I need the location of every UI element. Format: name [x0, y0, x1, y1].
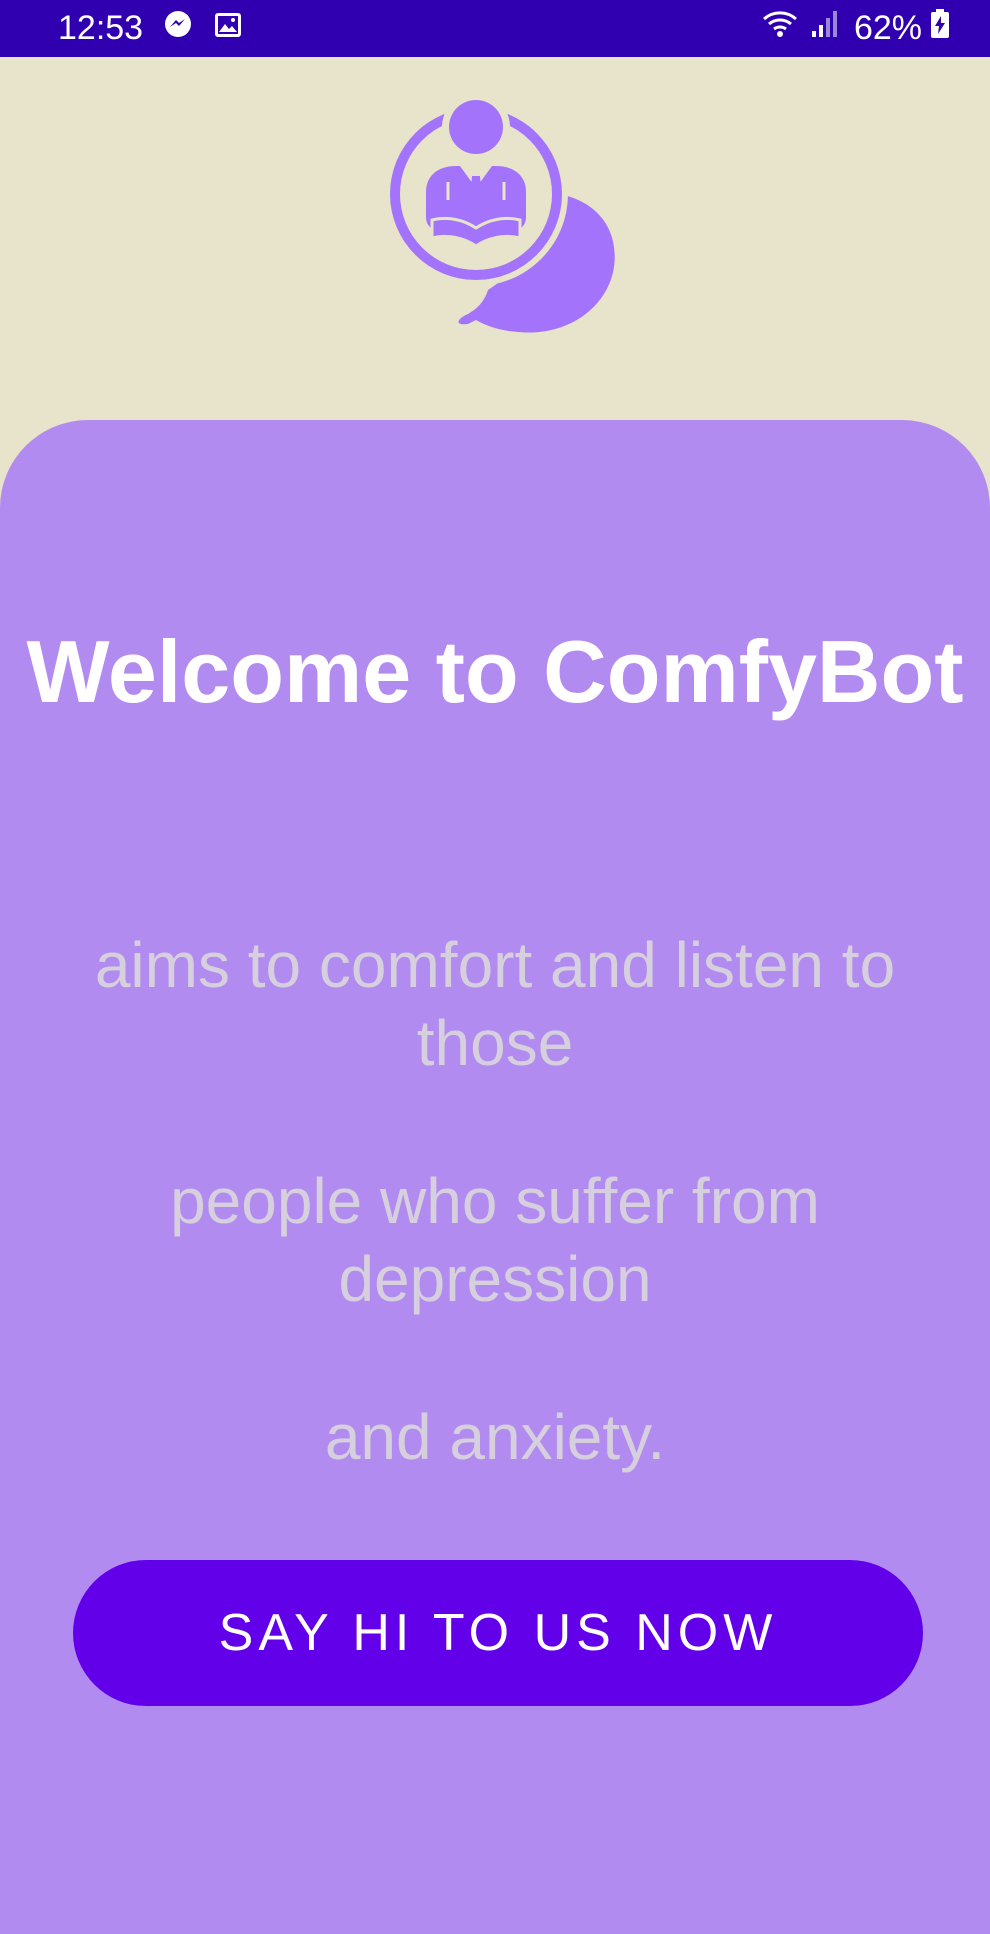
welcome-title: Welcome to ComfyBot — [26, 622, 964, 721]
description-line-1: aims to comfort and listen to those — [94, 929, 896, 1079]
gallery-icon — [213, 9, 243, 48]
comfybot-logo-icon — [384, 92, 620, 342]
status-bar: 12:53 62% — [0, 0, 990, 57]
signal-icon — [810, 9, 838, 48]
messenger-icon — [163, 9, 193, 48]
battery-percentage: 62% — [853, 9, 922, 47]
wifi-icon — [760, 9, 800, 48]
description-line-3: and anxiety. — [324, 1401, 666, 1473]
welcome-card: Welcome to ComfyBot aims to comfort and … — [0, 420, 990, 1934]
description-line-2: people who suffer from depression — [170, 1165, 820, 1315]
status-left: 12:53 — [58, 9, 243, 48]
status-time: 12:53 — [58, 9, 144, 47]
battery-charging-icon — [930, 9, 950, 48]
status-right: 62% — [760, 9, 950, 48]
say-hi-button[interactable]: SAY HI TO US NOW — [73, 1560, 923, 1706]
